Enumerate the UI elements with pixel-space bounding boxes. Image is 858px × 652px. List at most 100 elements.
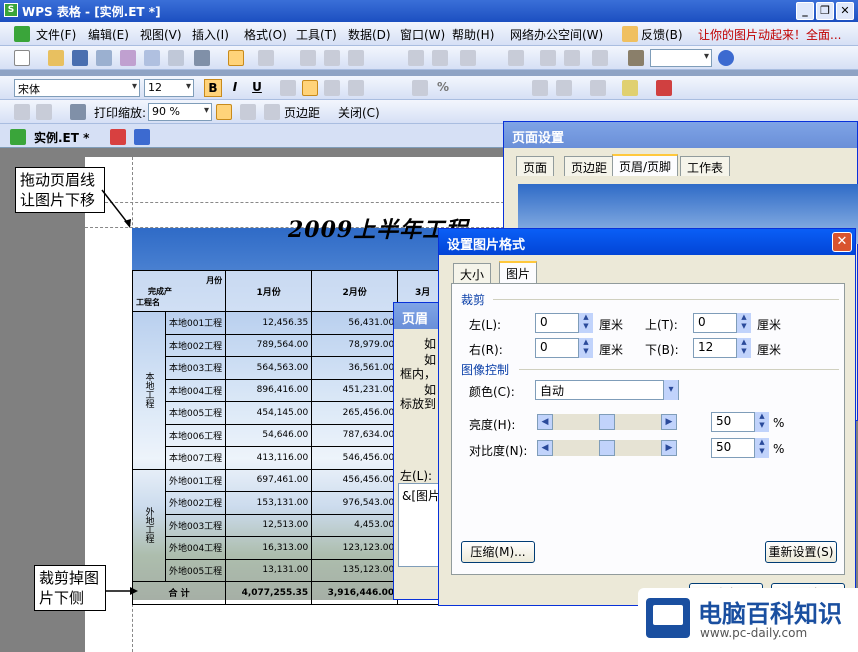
minimize-window-button[interactable]: _ — [796, 2, 814, 20]
dialog-close-button[interactable]: ✕ — [832, 232, 852, 252]
align-left-icon[interactable] — [280, 80, 296, 96]
redo-icon[interactable] — [432, 50, 448, 66]
save-all-icon[interactable] — [96, 50, 112, 66]
tab-header-footer[interactable]: 页眉/页脚 — [612, 154, 679, 176]
font-name-select[interactable]: 宋体 — [14, 79, 140, 97]
contrast-slider-thumb[interactable] — [599, 440, 615, 456]
close-window-button[interactable]: ✕ — [836, 2, 854, 20]
promo-link[interactable]: 让你的图片动起来！全面... — [698, 26, 841, 43]
contrast-slider[interactable]: ◀ ▶ — [537, 440, 677, 456]
menu-edit[interactable]: 编辑(E) — [88, 26, 129, 43]
value-cell: 78,979.00 — [311, 333, 399, 357]
zoom-out-icon[interactable] — [240, 104, 256, 120]
spellcheck-icon[interactable] — [258, 50, 274, 66]
paste-icon[interactable] — [348, 50, 364, 66]
print-zoom-select[interactable]: 90 % — [148, 103, 212, 121]
preview-setup-icon[interactable] — [36, 104, 52, 120]
brightness-left-arrow-icon[interactable]: ◀ — [537, 414, 553, 430]
zoom-select[interactable] — [650, 49, 712, 67]
margins-button[interactable]: 页边距 — [284, 104, 320, 121]
fill-color-icon[interactable] — [622, 80, 638, 96]
export-pdf-icon[interactable] — [168, 50, 184, 66]
document-tab[interactable]: 实例.ET * — [34, 129, 89, 146]
help-icon[interactable] — [718, 50, 734, 66]
align-right-icon[interactable] — [324, 80, 340, 96]
close-tab-icon[interactable] — [110, 129, 126, 145]
undo-icon[interactable] — [408, 50, 424, 66]
brightness-spinner[interactable]: ▲ ▼ — [754, 412, 769, 432]
zoom-in-icon[interactable] — [216, 104, 232, 120]
italic-button[interactable]: I — [226, 79, 244, 97]
crop-top-spinner[interactable]: ▲ ▼ — [736, 313, 751, 333]
restore-window-button[interactable]: ❐ — [816, 2, 834, 20]
sort-descending-icon[interactable] — [564, 50, 580, 66]
decrease-indent-icon[interactable] — [532, 80, 548, 96]
crop-bottom-spinner[interactable]: ▲ ▼ — [736, 338, 751, 358]
tab-picture[interactable]: 图片 — [499, 261, 538, 283]
function-icon[interactable] — [460, 50, 476, 66]
app-menu-icon[interactable] — [14, 26, 30, 42]
menu-help[interactable]: 帮助(H) — [452, 26, 494, 43]
filter-icon[interactable] — [592, 50, 608, 66]
close-preview-button[interactable]: 关闭(C) — [338, 104, 380, 121]
preview-print-icon[interactable] — [14, 104, 30, 120]
callout-drag-header: 拖动页眉线 让图片下移 — [15, 167, 105, 213]
crop-section-title: 裁剪 — [461, 293, 486, 307]
underline-button[interactable]: U — [248, 79, 266, 97]
contrast-spinner[interactable]: ▲ ▼ — [754, 438, 769, 458]
new-file-icon[interactable] — [14, 50, 30, 66]
brightness-slider[interactable]: ◀ ▶ — [537, 414, 677, 430]
value-cell: 546,456.00 — [311, 446, 399, 470]
tab-page[interactable]: 页面 — [516, 156, 555, 176]
autosum-icon[interactable] — [508, 50, 524, 66]
new-tab-icon[interactable] — [134, 129, 150, 145]
print-icon[interactable] — [194, 50, 210, 66]
menu-format[interactable]: 格式(O) — [244, 26, 287, 43]
currency-icon[interactable] — [412, 80, 428, 96]
crop-right-spinner[interactable]: ▲ ▼ — [578, 338, 593, 358]
percent-button[interactable]: % — [434, 79, 452, 97]
cut-icon[interactable] — [324, 50, 340, 66]
menu-network-office[interactable]: 网络办公空间(W) — [510, 26, 603, 43]
tab-size[interactable]: 大小 — [453, 263, 492, 283]
color-dropdown-chevron-icon[interactable]: ▾ — [663, 380, 678, 400]
menu-view[interactable]: 视图(V) — [140, 26, 182, 43]
color-select[interactable]: 自动 — [535, 380, 679, 400]
value-cell: 413,116.00 — [225, 446, 313, 470]
bold-button[interactable]: B — [204, 79, 222, 97]
align-center-icon[interactable] — [302, 80, 318, 96]
permission-icon[interactable] — [120, 50, 136, 66]
email-icon[interactable] — [144, 50, 160, 66]
tab-margins[interactable]: 页边距 — [564, 156, 615, 176]
chart-icon[interactable] — [628, 50, 644, 66]
font-color-icon[interactable] — [656, 80, 672, 96]
wps-logo-icon: S — [4, 3, 18, 17]
crop-left-spinner[interactable]: ▲ ▼ — [578, 313, 593, 333]
brightness-right-arrow-icon[interactable]: ▶ — [661, 414, 677, 430]
image-control-divider — [519, 369, 839, 370]
open-folder-icon[interactable] — [48, 50, 64, 66]
borders-icon[interactable] — [590, 80, 606, 96]
sort-ascending-icon[interactable] — [540, 50, 556, 66]
preview-printer-icon[interactable] — [70, 104, 86, 120]
contrast-right-arrow-icon[interactable]: ▶ — [661, 440, 677, 456]
column-header: 2月份 — [311, 270, 399, 312]
menu-data[interactable]: 数据(D) — [348, 26, 391, 43]
merge-center-icon[interactable] — [348, 80, 364, 96]
menu-insert[interactable]: 插入(I) — [192, 26, 229, 43]
print-preview-icon[interactable] — [228, 50, 244, 66]
reset-button[interactable]: 重新设置(S) — [765, 541, 837, 563]
menu-window[interactable]: 窗口(W) — [400, 26, 445, 43]
contrast-left-arrow-icon[interactable]: ◀ — [537, 440, 553, 456]
increase-indent-icon[interactable] — [556, 80, 572, 96]
copy-icon[interactable] — [300, 50, 316, 66]
menu-tools[interactable]: 工具(T) — [296, 26, 337, 43]
font-size-select[interactable]: 12 — [144, 79, 194, 97]
menu-feedback[interactable]: 反馈(B) — [641, 26, 683, 43]
save-icon[interactable] — [72, 50, 88, 66]
brightness-slider-thumb[interactable] — [599, 414, 615, 430]
menu-file[interactable]: 文件(F) — [36, 26, 76, 43]
compress-button[interactable]: 压缩(M)... — [461, 541, 535, 563]
tab-worksheet[interactable]: 工作表 — [680, 156, 731, 176]
project-name-cell: 本地001工程 — [164, 311, 227, 335]
